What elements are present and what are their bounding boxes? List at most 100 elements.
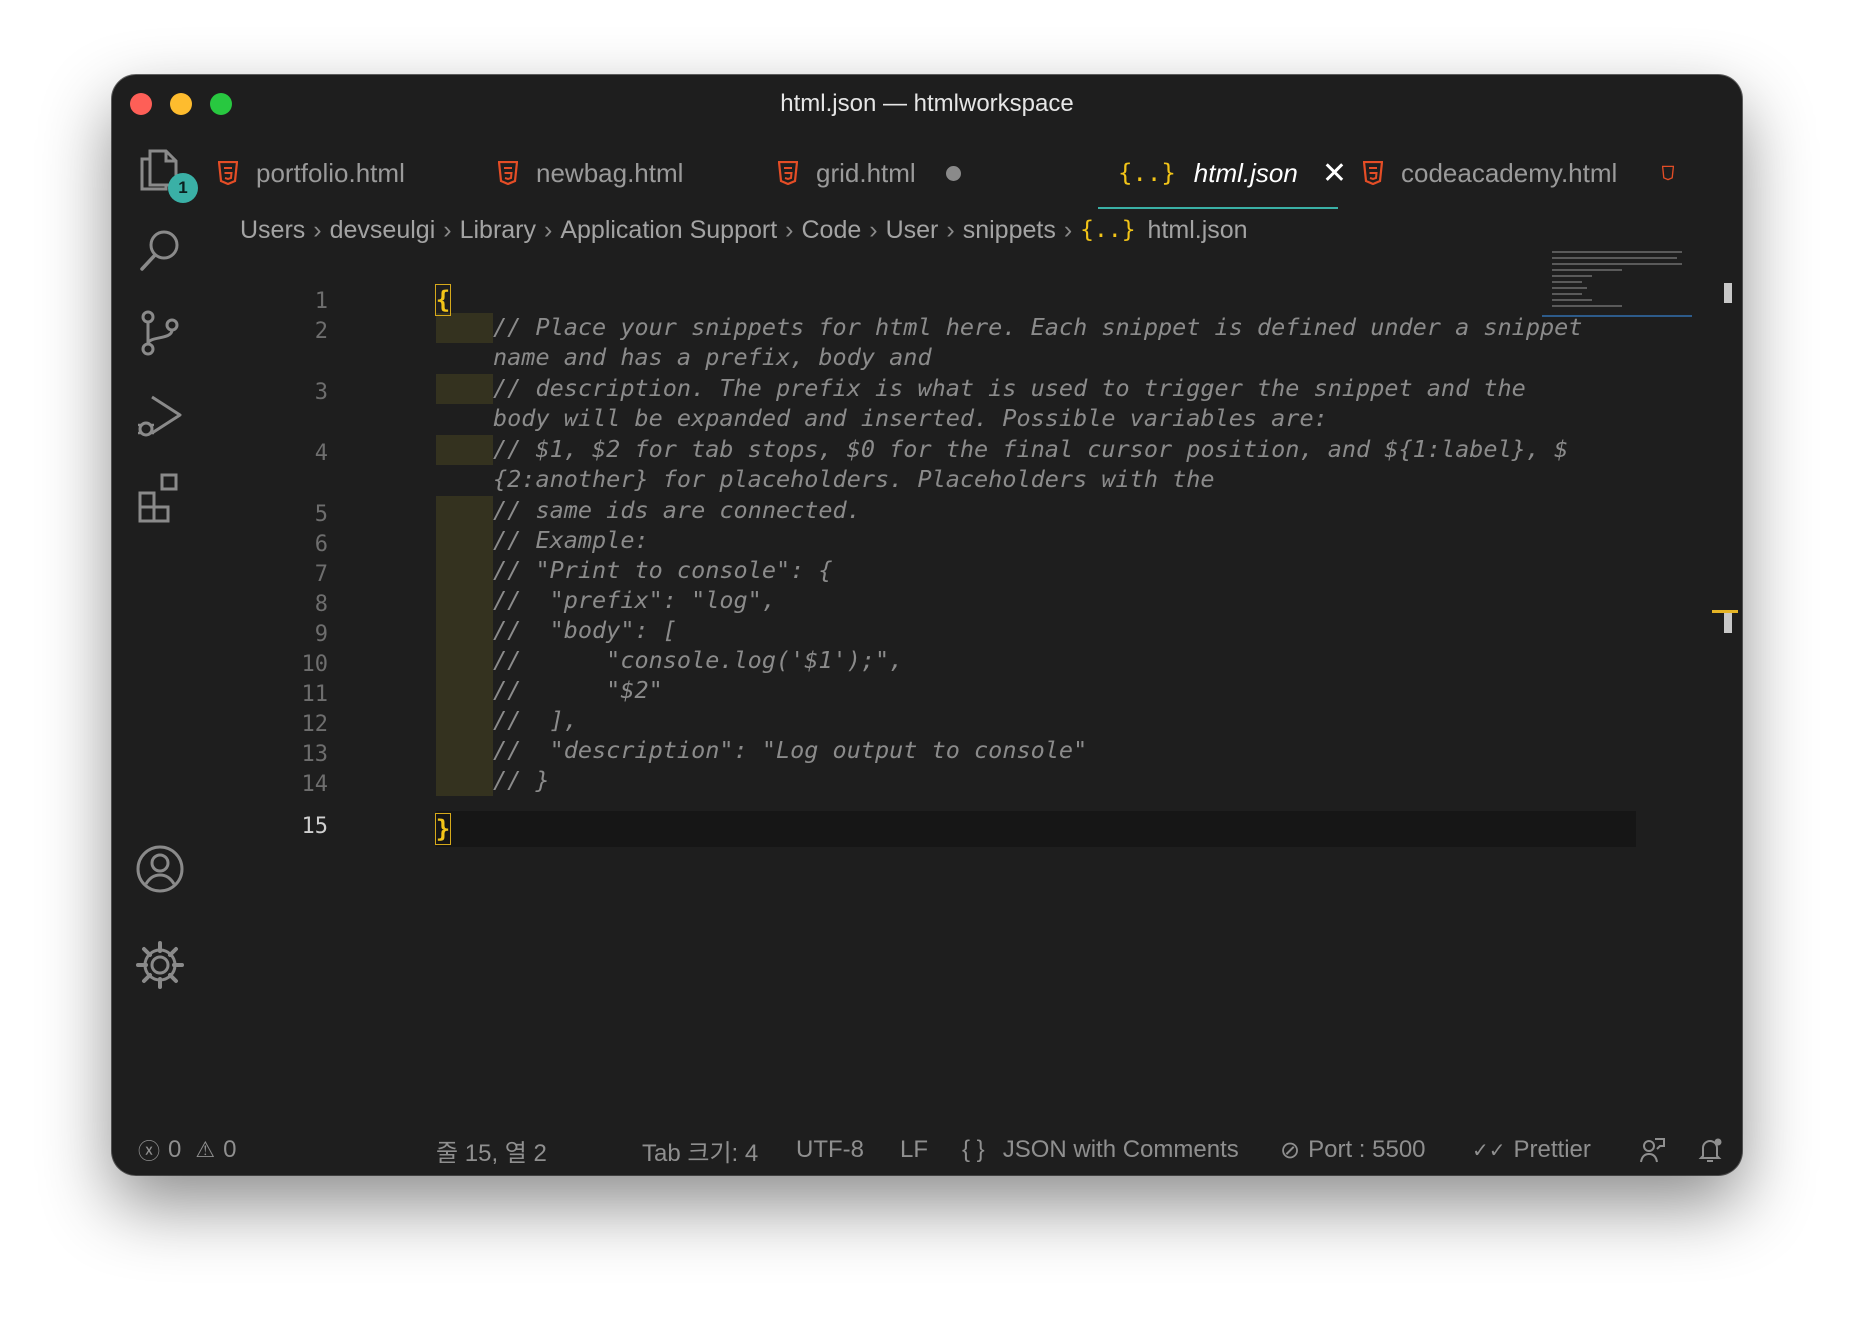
chevron-right-icon: › — [443, 215, 452, 244]
breadcrumb-item[interactable]: html.json — [1148, 216, 1248, 245]
tab-overflow[interactable] — [1662, 133, 1674, 213]
code-line: // Example: — [493, 526, 649, 554]
minimap[interactable] — [1542, 247, 1692, 317]
scrollbar-highlight-marker — [1712, 610, 1738, 613]
code-editor[interactable]: 1 2 3 4 5 6 7 8 9 10 11 12 13 14 15 { //… — [208, 247, 1650, 1027]
code-line: // "body": [ — [493, 616, 677, 644]
tab-codeacademy-html[interactable]: codeacademy.html — [1363, 133, 1617, 213]
code-line: // "$2" — [493, 676, 663, 704]
source-control-button[interactable] — [134, 307, 186, 359]
tab-label: grid.html — [816, 157, 916, 188]
html5-icon — [1662, 165, 1674, 181]
close-tab-icon[interactable]: ✕ — [1322, 156, 1347, 191]
language-label: JSON with Comments — [1002, 1136, 1239, 1163]
cursor-position[interactable]: 줄 15, 열 2 — [436, 1125, 547, 1175]
tab-grid-html[interactable]: grid.html — [778, 133, 961, 213]
indent-highlight — [436, 313, 493, 343]
code-line: // "Print to console": { — [493, 556, 833, 584]
tab-html-json[interactable]: {..} html.json ✕ — [1098, 133, 1347, 213]
minimap-line — [1552, 263, 1682, 265]
warning-icon: ⚠ — [195, 1137, 216, 1162]
minimize-window-button[interactable] — [170, 93, 192, 115]
tab-size[interactable]: Tab 크기: 4 — [642, 1125, 758, 1175]
vscode-window: html.json — htmlworkspace 1 portfolio.ht… — [112, 75, 1742, 1175]
maximize-window-button[interactable] — [210, 93, 232, 115]
minimap-line — [1552, 251, 1682, 253]
search-button[interactable] — [134, 225, 186, 277]
line-number: 2 — [314, 319, 328, 344]
code-line: // same ids are connected. — [493, 496, 861, 524]
breadcrumb-item[interactable]: Library — [460, 216, 536, 245]
line-number: 1 — [314, 289, 328, 314]
unsaved-dot-icon[interactable] — [945, 165, 961, 181]
run-debug-icon — [138, 395, 182, 437]
activity-bar: 1 — [112, 133, 208, 1125]
minimap-line — [1552, 293, 1582, 295]
code-line: // "prefix": "log", — [493, 586, 776, 614]
code-line: // "description": "Log output to console… — [493, 736, 1088, 764]
close-brace: } — [435, 813, 451, 845]
breadcrumb-item[interactable]: Code — [801, 216, 861, 245]
code-line: // ], — [493, 706, 578, 734]
double-check-icon: ✓✓ — [1472, 1139, 1506, 1162]
run-debug-button[interactable] — [134, 389, 186, 441]
code-line: // description. The prefix is what is us… — [493, 374, 1526, 402]
scrollbar-thumb[interactable] — [1724, 283, 1732, 303]
encoding[interactable]: UTF-8 — [796, 1125, 864, 1175]
chevron-right-icon: › — [869, 215, 878, 244]
feedback-icon — [1640, 1138, 1665, 1163]
code-line: body will be expanded and inserted. Poss… — [493, 404, 1328, 432]
bell-icon — [1698, 1138, 1722, 1162]
status-bar: ⓧ 0 ⚠ 0 줄 15, 열 2 Tab 크기: 4 UTF-8 LF { }… — [112, 1125, 1742, 1175]
html5-icon — [778, 161, 798, 185]
breadcrumb-item[interactable]: User — [886, 216, 939, 245]
manage-button[interactable] — [134, 939, 186, 991]
html5-icon — [498, 161, 518, 185]
line-number: 3 — [314, 380, 328, 405]
error-icon: ⓧ — [138, 1139, 161, 1164]
indent-highlight — [436, 435, 493, 465]
tab-newbag-html[interactable]: newbag.html — [498, 133, 683, 213]
line-number: 14 — [301, 772, 329, 797]
html5-icon — [218, 161, 238, 185]
feedback-button[interactable] — [1638, 1125, 1666, 1175]
explorer-badge: 1 — [168, 173, 198, 203]
breadcrumb: Users › devseulgi › Library › Applicatio… — [240, 209, 1248, 251]
language-mode[interactable]: { } JSON with Comments — [962, 1125, 1239, 1175]
live-server-port[interactable]: ⊘ Port : 5500 — [1280, 1125, 1426, 1175]
warning-count: 0 — [223, 1136, 237, 1163]
breadcrumb-item[interactable]: snippets — [963, 216, 1056, 245]
notifications-button[interactable] — [1696, 1125, 1724, 1175]
account-icon — [136, 845, 184, 893]
tab-label: html.json — [1193, 157, 1298, 188]
tab-portfolio-html[interactable]: portfolio.html — [218, 133, 405, 213]
prettier-status[interactable]: ✓✓ Prettier — [1472, 1125, 1591, 1175]
block-icon: ⊘ — [1280, 1136, 1301, 1164]
code-line: // $1, $2 for tab stops, $0 for the fina… — [493, 435, 1569, 463]
accounts-button[interactable] — [134, 843, 186, 895]
chevron-right-icon: › — [946, 215, 955, 244]
code-line: // } — [493, 766, 550, 794]
end-of-line[interactable]: LF — [900, 1125, 928, 1175]
breadcrumb-item[interactable]: Users — [240, 216, 305, 245]
current-line-highlight — [436, 811, 1636, 847]
chevron-right-icon: › — [1063, 215, 1073, 244]
breadcrumb-item[interactable]: devseulgi — [330, 216, 436, 245]
title-bar: html.json — htmlworkspace — [112, 75, 1742, 133]
html5-icon — [1363, 161, 1383, 185]
minimap-line — [1552, 257, 1677, 259]
problems-indicator[interactable]: ⓧ 0 ⚠ 0 — [138, 1125, 236, 1175]
search-icon — [140, 230, 179, 271]
chevron-right-icon: › — [785, 215, 794, 244]
code-line: {2:another} for placeholders. Placeholde… — [493, 465, 1215, 493]
close-window-button[interactable] — [130, 93, 152, 115]
json-braces-icon: {..} — [1080, 217, 1136, 243]
explorer-button[interactable]: 1 — [134, 143, 198, 203]
extensions-button[interactable] — [134, 471, 186, 523]
breadcrumb-item[interactable]: Application Support — [560, 216, 777, 245]
minimap-line — [1552, 269, 1622, 271]
line-number: 7 — [314, 562, 328, 587]
minimap-line — [1552, 281, 1582, 283]
window-title: html.json — htmlworkspace — [780, 90, 1074, 117]
line-number: 4 — [314, 441, 328, 466]
